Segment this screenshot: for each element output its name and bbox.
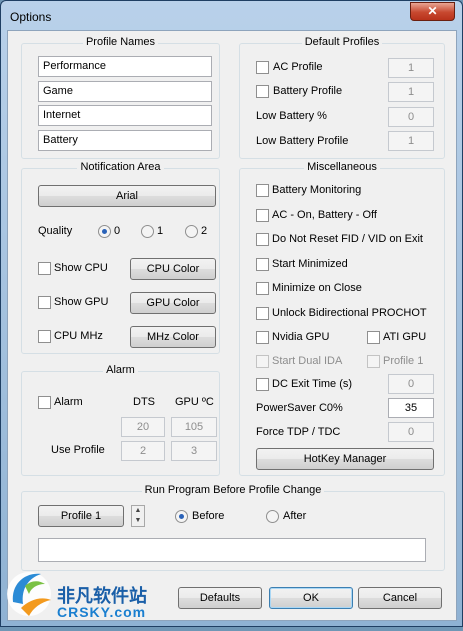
quality-radio-0[interactable] — [98, 225, 111, 238]
use-profile-label: Use Profile — [51, 444, 105, 456]
cpu-mhz-checkbox[interactable] — [38, 330, 51, 343]
watermark-text-en: CRSKY.com — [57, 604, 147, 620]
default-profiles-title: Default Profiles — [301, 36, 383, 48]
dialog-client-area: Profile Names Performance Game Internet … — [7, 30, 457, 621]
nvidia-gpu-label: Nvidia GPU — [272, 331, 330, 343]
alarm-title: Alarm — [103, 364, 138, 376]
close-button[interactable]: ✕ — [410, 2, 455, 21]
miscellaneous-title: Miscellaneous — [304, 161, 380, 173]
start-dual-ida-label: Start Dual IDA — [272, 355, 343, 367]
before-label: Before — [192, 510, 225, 522]
powersaver-label: PowerSaver C0% — [256, 402, 343, 414]
do-not-reset-checkbox[interactable] — [256, 233, 269, 246]
before-radio[interactable] — [175, 510, 188, 523]
font-button[interactable]: Arial — [38, 185, 216, 207]
battery-monitoring-checkbox[interactable] — [256, 184, 269, 197]
profile-1-checkbox[interactable] — [367, 355, 380, 368]
quality-label: Quality — [38, 225, 73, 237]
ac-on-battery-off-checkbox[interactable] — [256, 209, 269, 222]
after-label: After — [283, 510, 307, 522]
quality-option-0: 0 — [114, 225, 121, 237]
nvidia-gpu-checkbox[interactable] — [256, 331, 269, 344]
profile-name-field-3[interactable]: Internet — [38, 105, 212, 126]
profile-names-group: Profile Names Performance Game Internet … — [21, 36, 220, 159]
powersaver-value[interactable]: 35 — [388, 398, 434, 418]
start-minimized-label: Start Minimized — [272, 258, 348, 270]
show-cpu-label: Show CPU — [54, 262, 108, 274]
minimize-on-close-label: Minimize on Close — [272, 282, 362, 294]
force-tdp-label: Force TDP / TDC — [256, 426, 341, 438]
ati-gpu-checkbox[interactable] — [367, 331, 380, 344]
do-not-reset-label: Do Not Reset FID / VID on Exit — [272, 233, 423, 245]
run-profile-button[interactable]: Profile 1 — [38, 505, 124, 527]
minimize-on-close-checkbox[interactable] — [256, 282, 269, 295]
gpu-color-button[interactable]: GPU Color — [130, 292, 216, 314]
low-battery-pct-value[interactable]: 0 — [388, 107, 434, 127]
use-profile-dts-value[interactable]: 2 — [121, 441, 165, 461]
dc-exit-time-value[interactable]: 0 — [388, 374, 434, 394]
dts-label: DTS — [133, 396, 155, 408]
profile-name-field-4[interactable]: Battery — [38, 130, 212, 151]
show-cpu-checkbox[interactable] — [38, 262, 51, 275]
mhz-color-button[interactable]: MHz Color — [130, 326, 216, 348]
profile-spinner[interactable]: ▲ ▼ — [131, 505, 145, 527]
force-tdp-value[interactable]: 0 — [388, 422, 434, 442]
ac-on-battery-off-label: AC - On, Battery - Off — [272, 209, 377, 221]
ok-button[interactable]: OK — [269, 587, 353, 609]
options-window: Options ✕ Profile Names Performance Game… — [0, 0, 463, 627]
battery-profile-label: Battery Profile — [273, 85, 343, 97]
start-dual-ida-checkbox[interactable] — [256, 355, 269, 368]
start-minimized-checkbox[interactable] — [256, 258, 269, 271]
alarm-label: Alarm — [54, 396, 83, 408]
alarm-checkbox[interactable] — [38, 396, 51, 409]
unlock-prochot-label: Unlock Bidirectional PROCHOT — [272, 307, 427, 319]
dc-exit-time-checkbox[interactable] — [256, 378, 269, 391]
show-gpu-checkbox[interactable] — [38, 296, 51, 309]
profile-name-field-2[interactable]: Game — [38, 81, 212, 102]
battery-profile-checkbox[interactable] — [256, 85, 269, 98]
low-battery-profile-value[interactable]: 1 — [388, 131, 434, 151]
battery-monitoring-label: Battery Monitoring — [272, 184, 362, 196]
dc-exit-time-label: DC Exit Time (s) — [272, 378, 353, 390]
profile-names-title: Profile Names — [82, 36, 159, 48]
low-battery-pct-label: Low Battery % — [256, 110, 327, 122]
window-title: Options — [10, 10, 52, 24]
profile-name-field-1[interactable]: Performance — [38, 56, 212, 77]
quality-option-2: 2 — [201, 225, 208, 237]
spin-up-icon[interactable]: ▲ — [132, 506, 144, 516]
gpu-temp-label: GPU ºC — [175, 396, 214, 408]
hotkey-manager-button[interactable]: HotKey Manager — [256, 448, 434, 470]
use-profile-gpu-value[interactable]: 3 — [171, 441, 217, 461]
alarm-gpu-value[interactable]: 105 — [171, 417, 217, 437]
ac-profile-checkbox[interactable] — [256, 61, 269, 74]
ac-profile-label: AC Profile — [273, 61, 323, 73]
spin-down-icon[interactable]: ▼ — [132, 516, 144, 526]
run-program-title: Run Program Before Profile Change — [141, 484, 325, 496]
cpu-mhz-label: CPU MHz — [54, 330, 103, 342]
low-battery-profile-label: Low Battery Profile — [256, 135, 349, 147]
notification-area-title: Notification Area — [77, 161, 164, 173]
title-bar[interactable]: Options ✕ — [1, 1, 462, 30]
notification-area-group: Notification Area Arial Quality 0 1 2 Sh… — [21, 161, 220, 354]
quality-radio-1[interactable] — [141, 225, 154, 238]
unlock-prochot-checkbox[interactable] — [256, 307, 269, 320]
ati-gpu-label: ATI GPU — [383, 331, 427, 343]
alarm-group: Alarm Alarm DTS GPU ºC 20 105 Use Profil… — [21, 364, 220, 476]
alarm-dts-value[interactable]: 20 — [121, 417, 165, 437]
crsky-watermark-logo: 非凡软件站 CRSKY.com — [1, 556, 176, 628]
quality-option-1: 1 — [157, 225, 164, 237]
profile-1-label: Profile 1 — [383, 355, 424, 367]
ac-profile-value[interactable]: 1 — [388, 58, 434, 78]
cpu-color-button[interactable]: CPU Color — [130, 258, 216, 280]
after-radio[interactable] — [266, 510, 279, 523]
battery-profile-value[interactable]: 1 — [388, 82, 434, 102]
cancel-button[interactable]: Cancel — [358, 587, 442, 609]
defaults-button[interactable]: Defaults — [178, 587, 262, 609]
show-gpu-label: Show GPU — [54, 296, 109, 308]
quality-radio-2[interactable] — [185, 225, 198, 238]
miscellaneous-group: Miscellaneous Battery Monitoring AC - On… — [239, 161, 445, 476]
default-profiles-group: Default Profiles AC Profile 1 Battery Pr… — [239, 36, 445, 159]
